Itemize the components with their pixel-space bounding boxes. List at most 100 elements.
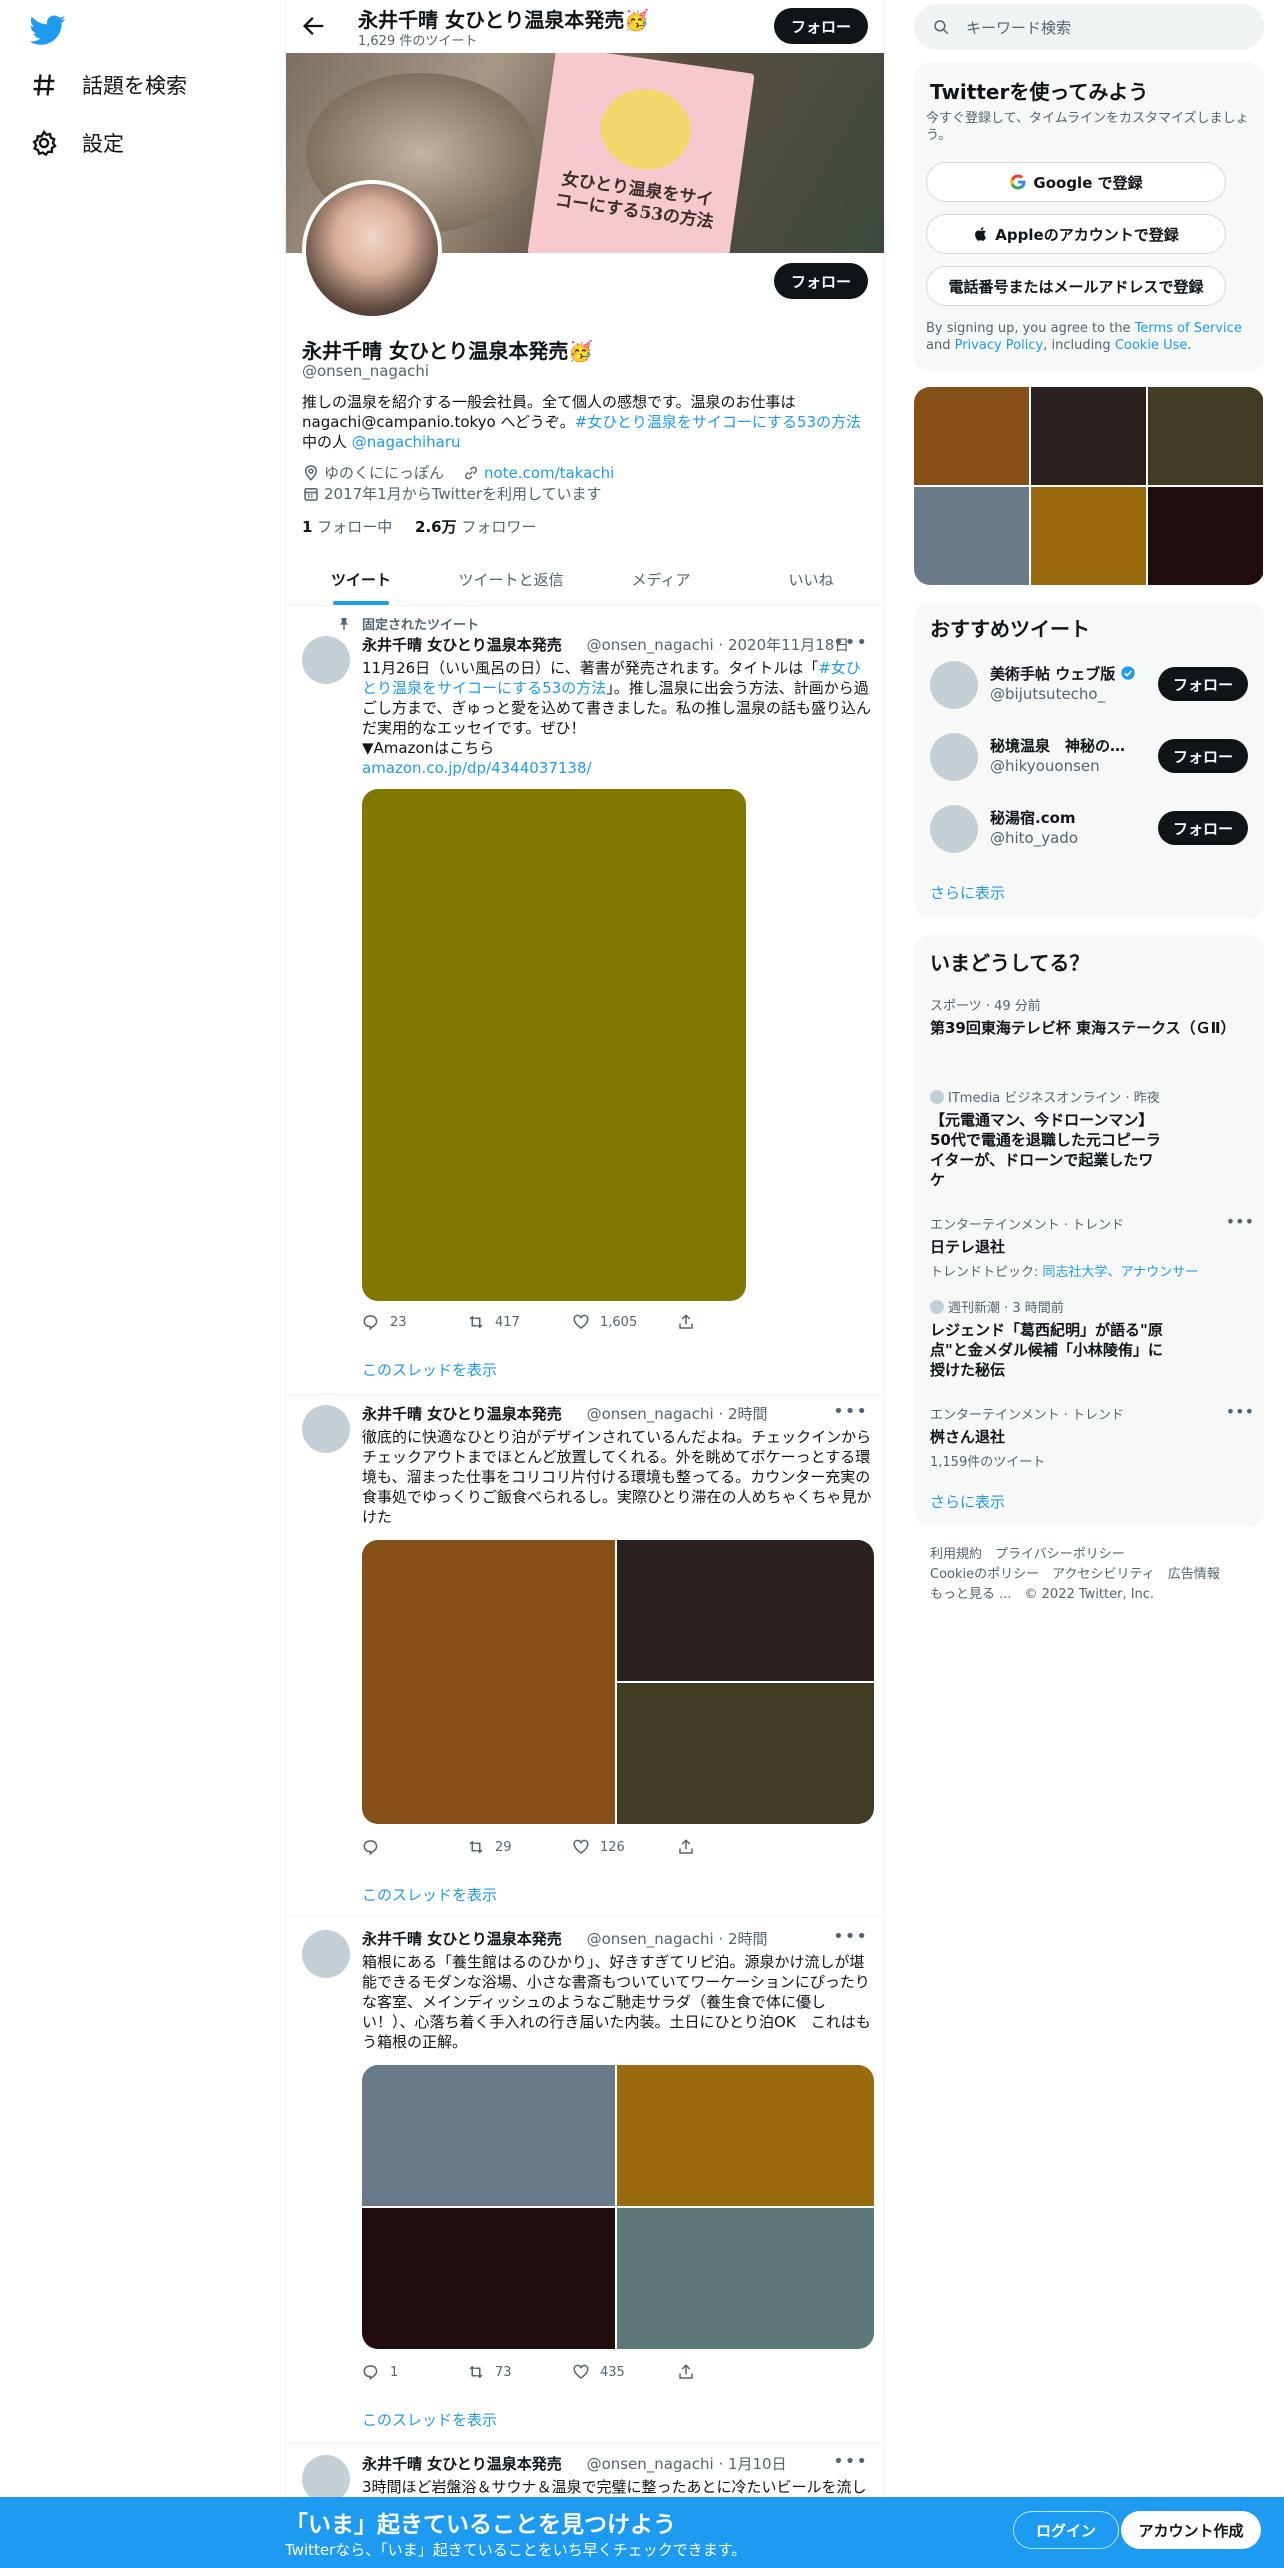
media-thumbnail[interactable] <box>1148 487 1263 585</box>
tweet-image[interactable] <box>362 2065 615 2206</box>
avatar[interactable] <box>930 733 978 781</box>
following-link[interactable]: 1 フォロー中 <box>302 518 392 536</box>
tweet-media[interactable] <box>362 789 746 1301</box>
footer-line[interactable]: もっと見る ... © 2022 Twitter, Inc. <box>930 1585 1250 1605</box>
tweet-author-name[interactable]: 永井千晴 女ひとり温泉本発売 <box>362 2455 562 2473</box>
tweet-image[interactable] <box>617 2065 874 2206</box>
nav-settings[interactable]: 設定 <box>30 128 124 158</box>
tab-media[interactable]: メディア <box>586 553 736 605</box>
tweet-link[interactable]: amazon.co.jp/dp/4344037138/ <box>362 759 592 777</box>
tab-likes[interactable]: いいね <box>736 553 884 605</box>
bio-hashtag-link[interactable]: #女ひとり温泉をサイコーにする53の方法 <box>575 413 861 431</box>
tweet-time[interactable]: 2020年11月18日 <box>728 636 849 654</box>
tweet-avatar[interactable] <box>302 2455 350 2503</box>
login-button[interactable]: ログイン <box>1013 2511 1119 2549</box>
trend-item[interactable]: エンターテインメント · トレンド 桝さん退社 1,159件のツイート ••• <box>930 1402 1254 1470</box>
followers-link[interactable]: 2.6万 フォロワー <box>415 518 536 536</box>
show-thread-link[interactable]: このスレッドを表示 <box>362 1359 497 1380</box>
tab-tweets[interactable]: ツイート <box>286 553 436 605</box>
tweet-image[interactable] <box>362 789 746 1301</box>
cookie-use-link[interactable]: Cookie Use <box>1115 338 1188 353</box>
terms-of-service-link[interactable]: Terms of Service <box>1135 321 1242 336</box>
trend-item[interactable]: スポーツ · 49 分前 第39回東海テレビ杯 東海ステークス（ＧⅡ） <box>930 995 1250 1038</box>
tweet-image[interactable] <box>617 1683 874 1824</box>
follow-button[interactable]: フォロー <box>1158 811 1248 845</box>
more-options-icon[interactable]: ••• <box>833 2451 868 2472</box>
tweet-author-handle[interactable]: @onsen_nagachi <box>587 2455 714 2473</box>
recommend-show-more-link[interactable]: さらに表示 <box>930 882 1005 903</box>
google-signup-button[interactable]: Google で登録 <box>926 162 1226 202</box>
tweet-media-grid[interactable] <box>362 2065 874 2349</box>
show-thread-link[interactable]: このスレッドを表示 <box>362 1884 497 1905</box>
like-button[interactable]: 1,605 <box>572 1313 677 1331</box>
like-button[interactable]: 126 <box>572 1838 677 1856</box>
follow-button[interactable]: フォロー <box>1158 739 1248 773</box>
reply-button[interactable]: 23 <box>362 1313 467 1331</box>
more-options-icon[interactable]: ••• <box>833 1926 868 1947</box>
more-options-icon[interactable]: ••• <box>1226 1402 1254 1421</box>
tweet-image[interactable] <box>362 1540 615 1824</box>
retweet-button[interactable]: 417 <box>467 1313 572 1331</box>
tab-tweets-replies[interactable]: ツイートと返信 <box>436 553 586 605</box>
more-options-icon[interactable]: ••• <box>833 632 868 653</box>
show-thread-link[interactable]: このスレッドを表示 <box>362 2409 497 2430</box>
profile-url-link[interactable]: note.com/takachi <box>484 464 614 482</box>
reply-button[interactable]: 1 <box>362 2363 467 2381</box>
nav-explore[interactable]: 話題を検索 <box>30 70 187 100</box>
trends-show-more-link[interactable]: さらに表示 <box>930 1491 1005 1512</box>
media-thumbnail[interactable] <box>1148 387 1263 485</box>
profile-follow-button[interactable]: フォロー <box>774 263 868 299</box>
trend-item[interactable]: 週刊新潮 · 3 時間前 レジェンド「葛西紀明」が語る"原点"と金メダル候補「小… <box>930 1297 1250 1380</box>
back-arrow-icon[interactable] <box>300 12 328 40</box>
tweet-author-name[interactable]: 永井千晴 女ひとり温泉本発売 <box>362 1930 562 1948</box>
tweet-image[interactable] <box>617 1540 874 1681</box>
search-box[interactable]: キーワード検索 <box>914 4 1264 50</box>
tweet-time[interactable]: 1月10日 <box>728 2455 787 2473</box>
apple-signup-button[interactable]: Appleのアカウントで登録 <box>926 214 1226 254</box>
tweet-avatar[interactable] <box>302 636 350 684</box>
share-button[interactable] <box>677 1838 782 1856</box>
media-photo-grid[interactable] <box>914 387 1264 585</box>
footer-line[interactable]: 利用規約 プライバシーポリシー <box>930 1545 1250 1565</box>
media-thumbnail[interactable] <box>914 487 1029 585</box>
retweet-button[interactable]: 29 <box>467 1838 572 1856</box>
footer-line[interactable]: Cookieのポリシー アクセシビリティ 広告情報 <box>930 1565 1250 1585</box>
bio-mention-link[interactable]: @nagachiharu <box>352 433 461 451</box>
twitter-logo-icon[interactable] <box>30 12 66 48</box>
recommend-user[interactable]: 秘湯宿.com @hito_yado フォロー <box>930 801 1250 857</box>
more-options-icon[interactable]: ••• <box>833 1401 868 1422</box>
tweet-author-handle[interactable]: @onsen_nagachi <box>587 1405 714 1423</box>
share-button[interactable] <box>677 2363 782 2381</box>
tweet-author-handle[interactable]: @onsen_nagachi <box>587 1930 714 1948</box>
trend-item[interactable]: エンターテインメント · トレンド 日テレ退社 トレンドトピック: 同志社大学、… <box>930 1212 1254 1280</box>
recommend-user[interactable]: 美術手帖 ウェブ版 @bijutsutecho_ フォロー <box>930 657 1250 713</box>
tweet-image[interactable] <box>362 2208 615 2349</box>
phone-email-signup-button[interactable]: 電話番号またはメールアドレスで登録 <box>926 266 1226 306</box>
tweet-media-grid[interactable] <box>362 1540 874 1824</box>
tweet-time[interactable]: 2時間 <box>728 1405 768 1423</box>
avatar[interactable] <box>930 805 978 853</box>
tweet-image[interactable] <box>617 2208 874 2349</box>
media-thumbnail[interactable] <box>1031 387 1146 485</box>
tweet-avatar[interactable] <box>302 1930 350 1978</box>
header-follow-button[interactable]: フォロー <box>774 8 868 44</box>
privacy-policy-link[interactable]: Privacy Policy <box>955 338 1044 353</box>
share-button[interactable] <box>677 1313 782 1331</box>
more-options-icon[interactable]: ••• <box>1226 1212 1254 1231</box>
signup-button[interactable]: アカウント作成 <box>1121 2511 1261 2549</box>
tweet-author-handle[interactable]: @onsen_nagachi <box>587 636 714 654</box>
reply-button[interactable] <box>362 1838 467 1856</box>
recommend-user[interactable]: 秘境温泉 神秘の湯... @hikyouonsen フォロー <box>930 729 1250 785</box>
profile-avatar[interactable] <box>302 180 442 320</box>
tweet-avatar[interactable] <box>302 1405 350 1453</box>
like-button[interactable]: 435 <box>572 2363 677 2381</box>
retweet-button[interactable]: 73 <box>467 2363 572 2381</box>
trend-item[interactable]: ITmedia ビジネスオンライン · 昨夜 【元電通マン、今ドローンマン】50… <box>930 1087 1250 1190</box>
tweet-author-name[interactable]: 永井千晴 女ひとり温泉本発売 <box>362 1405 562 1423</box>
follow-button[interactable]: フォロー <box>1158 667 1248 701</box>
trend-topic-link[interactable]: 同志社大学、アナウンサー <box>1043 1265 1199 1280</box>
tweet-time[interactable]: 2時間 <box>728 1930 768 1948</box>
media-thumbnail[interactable] <box>914 387 1029 485</box>
tweet-author-name[interactable]: 永井千晴 女ひとり温泉本発売 <box>362 636 562 654</box>
avatar[interactable] <box>930 661 978 709</box>
